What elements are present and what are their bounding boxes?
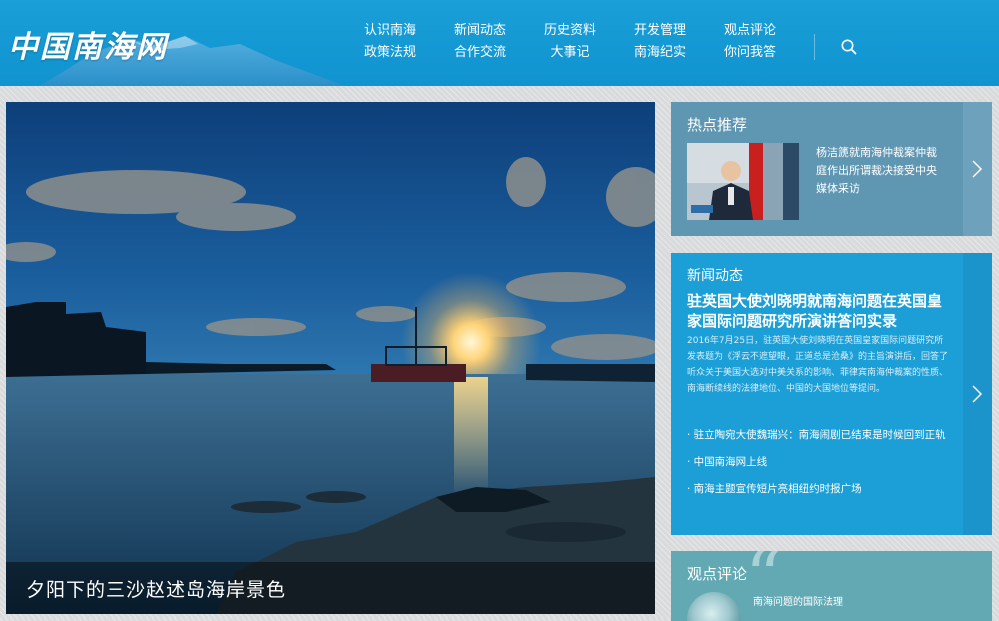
nav-item-chronicle[interactable]: 大事记: [525, 44, 615, 61]
news-panel-title[interactable]: 新闻动态: [687, 265, 743, 285]
site-logo[interactable]: 中国南海网: [8, 22, 168, 66]
news-link-item[interactable]: · 驻立陶宛大使魏瑞兴：南海闹剧已结束是时候回到正轨: [687, 427, 955, 444]
nav-item-opinion[interactable]: 观点评论: [705, 22, 795, 39]
hero-photo: [6, 102, 655, 614]
main-nav: 认识南海 新闻动态 历史资料 开发管理 观点评论 政策法规 合作交流 大事记 南…: [345, 22, 795, 61]
news-arrow-strip[interactable]: [963, 253, 992, 535]
opinion-item[interactable]: 南海问题的国际法理: [753, 593, 843, 608]
hot-recommend-panel: 热点推荐 杨洁篪就南海仲裁案仲裁庭作出所谓裁决接受中央媒体采访: [671, 102, 992, 236]
nav-item-qa[interactable]: 你问我答: [705, 44, 795, 61]
hot-story-photo: [687, 143, 799, 220]
nav-item-policy[interactable]: 政策法规: [345, 44, 435, 61]
news-headline[interactable]: 驻英国大使刘晓明就南海问题在英国皇家国际问题研究所演讲答问实录: [687, 291, 949, 331]
nav-item-know-south-sea[interactable]: 认识南海: [345, 22, 435, 39]
nav-item-news[interactable]: 新闻动态: [435, 22, 525, 39]
hero-slide[interactable]: 夕阳下的三沙赵述岛海岸景色: [6, 102, 655, 614]
hot-recommend-title: 热点推荐: [687, 116, 748, 134]
news-link-item[interactable]: · 南海主题宣传短片亮相纽约时报广场: [687, 481, 955, 498]
hot-story-title[interactable]: 杨洁篪就南海仲裁案仲裁庭作出所谓裁决接受中央媒体采访: [816, 144, 941, 198]
opinion-thumbnail[interactable]: [687, 592, 741, 621]
nav-divider: [814, 34, 815, 60]
hot-story-thumbnail[interactable]: [687, 143, 799, 220]
opinion-panel-title[interactable]: 观点评论: [687, 563, 747, 584]
nav-item-cooperation[interactable]: 合作交流: [435, 44, 525, 61]
chevron-right-icon[interactable]: [971, 159, 983, 179]
hero-caption[interactable]: 夕阳下的三沙赵述岛海岸景色: [26, 575, 286, 602]
news-link-list: · 驻立陶宛大使魏瑞兴：南海闹剧已结束是时候回到正轨 · 中国南海网上线 · 南…: [687, 427, 955, 508]
nav-item-history[interactable]: 历史资料: [525, 22, 615, 39]
hot-recommend-arrow-strip[interactable]: [963, 102, 992, 236]
news-summary: 2016年7月25日，驻英国大使刘晓明在英国皇家国际问题研究所发表题为《浮云不遮…: [687, 336, 949, 394]
news-panel: 新闻动态 驻英国大使刘晓明就南海问题在英国皇家国际问题研究所演讲答问实录 201…: [671, 253, 992, 535]
site-header: 中国南海网 认识南海 新闻动态 历史资料 开发管理 观点评论 政策法规 合作交流…: [0, 0, 999, 86]
nav-item-documentary[interactable]: 南海纪实: [615, 44, 705, 61]
search-icon[interactable]: [840, 38, 858, 56]
news-link-item[interactable]: · 中国南海网上线: [687, 454, 955, 471]
nav-item-development[interactable]: 开发管理: [615, 22, 705, 39]
chevron-right-icon[interactable]: [971, 384, 983, 404]
opinion-panel: “ 观点评论 南海问题的国际法理: [671, 551, 992, 621]
